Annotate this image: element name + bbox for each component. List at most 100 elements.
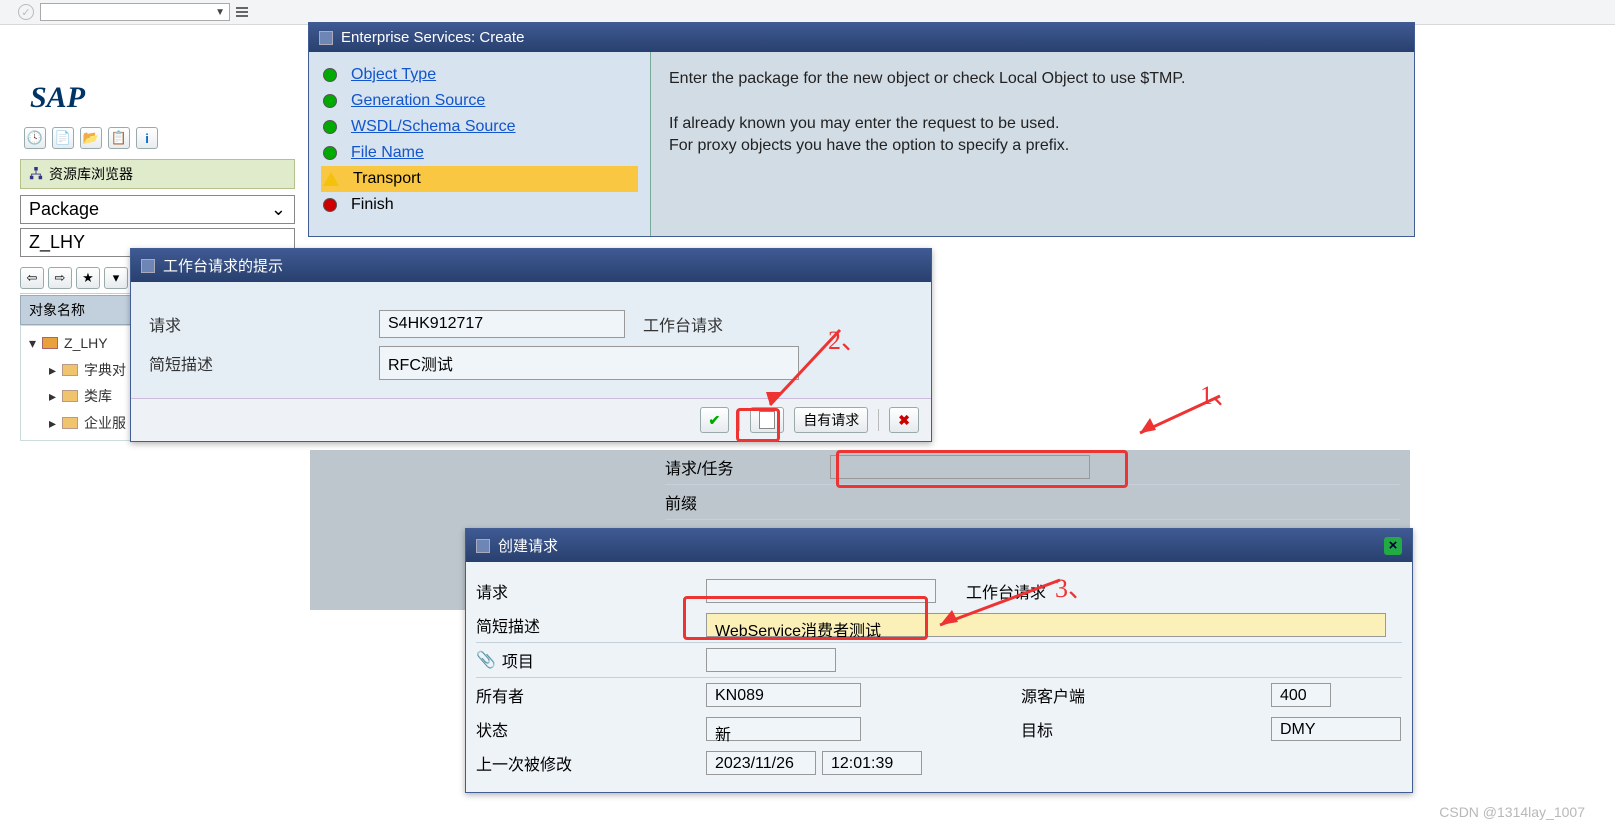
object-type-dropdown[interactable]: Package⌄: [20, 195, 295, 224]
window-icon: [141, 259, 155, 273]
workbench-request-dialog: 工作台请求的提示 请求 S4HK912717 工作台请求 简短描述 RFC测试 …: [130, 248, 932, 442]
wizard-step-object-type[interactable]: Object Type: [321, 62, 638, 88]
modified-date: 2023/11/26: [706, 751, 816, 775]
tree-label: 类库: [84, 383, 112, 410]
repository-browser-label: 资源库浏览器: [49, 164, 133, 184]
led-yellow-icon: [323, 172, 339, 186]
enterprise-services-window: Enterprise Services: Create Object Type …: [308, 22, 1415, 237]
transport-fields: 请求/任务 前缀: [665, 450, 1400, 520]
tree-label: 企业服: [84, 410, 126, 437]
led-green-icon: [323, 120, 337, 134]
folder-open-icon: [42, 337, 58, 349]
annotation-number-3: 3、: [1055, 568, 1094, 605]
command-field[interactable]: ▼: [40, 3, 230, 21]
continue-button[interactable]: ✔: [700, 407, 730, 433]
annotation-number-2: 2、: [828, 320, 867, 357]
step-label: Finish: [351, 196, 394, 214]
cr-titlebar: 创建请求 ×: [466, 529, 1412, 562]
copy-icon[interactable]: 📄: [52, 127, 74, 149]
folder-icon: [62, 364, 78, 376]
led-green-icon: [323, 146, 337, 160]
close-icon[interactable]: ×: [1384, 537, 1402, 555]
wb-titlebar: 工作台请求的提示: [131, 249, 931, 282]
project-text: 项目: [502, 648, 534, 672]
ok-icon[interactable]: ✓: [18, 4, 34, 20]
target-value[interactable]: DMY: [1271, 717, 1401, 741]
step-label[interactable]: File Name: [351, 144, 424, 162]
wizard-steps: Object Type Generation Source WSDL/Schem…: [309, 52, 651, 236]
folder-icon: [62, 417, 78, 429]
open-icon[interactable]: 📂: [80, 127, 102, 149]
cr-title-text: 创建请求: [498, 535, 558, 556]
wizard-step-file-name[interactable]: File Name: [321, 140, 638, 166]
step-label[interactable]: WSDL/Schema Source: [351, 118, 516, 136]
request-task-input[interactable]: [830, 455, 1090, 479]
led-green-icon: [323, 68, 337, 82]
request-task-label: 请求/任务: [665, 455, 830, 479]
annotation-number-1: 1、: [1200, 375, 1239, 412]
watermark: CSDN @1314lay_1007: [1439, 804, 1585, 820]
favorites-icon[interactable]: ★: [76, 267, 100, 289]
wizard-step-generation-source[interactable]: Generation Source: [321, 88, 638, 114]
separator: [878, 409, 879, 431]
info-icon[interactable]: i: [136, 127, 158, 149]
folder-icon: [62, 390, 78, 402]
led-green-icon: [323, 94, 337, 108]
separator: [739, 409, 740, 431]
prefix-label: 前缀: [665, 490, 830, 514]
led-red-icon: [323, 198, 337, 212]
object-type-label: Package: [29, 199, 99, 220]
cancel-button[interactable]: ✖: [889, 407, 919, 433]
target-label: 目标: [1021, 717, 1271, 741]
wb-footer: ✔ 自有请求 ✖: [131, 398, 931, 441]
expand-icon[interactable]: ▾: [104, 267, 128, 289]
wizard-step-finish[interactable]: Finish: [321, 192, 638, 218]
request-type-label: 工作台请求: [966, 579, 1046, 603]
owner-label: 所有者: [476, 683, 706, 707]
own-requests-label: 自有请求: [803, 410, 859, 430]
sap-logo: SAP: [20, 75, 295, 121]
request-label: 请求: [476, 579, 706, 603]
modified-label: 上一次被修改: [476, 751, 706, 775]
window-icon: [319, 31, 333, 45]
source-client-value[interactable]: 400: [1271, 683, 1331, 707]
history-icon[interactable]: 🕓: [24, 127, 46, 149]
request-value[interactable]: S4HK912717: [379, 310, 625, 338]
wizard-step-transport[interactable]: Transport: [321, 166, 638, 192]
request-label: 请求: [149, 312, 379, 336]
request-input[interactable]: [706, 579, 936, 603]
menu-icon[interactable]: [236, 7, 248, 17]
short-desc-input[interactable]: WebService消费者测试: [706, 613, 1386, 637]
help-line: Enter the package for the new object or …: [669, 68, 1396, 90]
short-desc-label: 简短描述: [149, 351, 379, 375]
clipboard-icon[interactable]: 📋: [108, 127, 130, 149]
es-title-text: Enterprise Services: Create: [341, 29, 524, 46]
step-label[interactable]: Object Type: [351, 66, 436, 84]
help-line: If already known you may enter the reque…: [669, 113, 1396, 135]
short-desc-label: 简短描述: [476, 613, 706, 637]
page-icon: [759, 411, 775, 429]
create-request-dialog: 创建请求 × 请求 工作台请求 简短描述 WebService消费者测试 📎 项…: [465, 528, 1413, 793]
step-label: Transport: [353, 170, 421, 188]
forward-icon[interactable]: ⇨: [48, 267, 72, 289]
status-label: 状态: [476, 717, 706, 741]
owner-value[interactable]: KN089: [706, 683, 861, 707]
window-icon: [476, 539, 490, 553]
tree-root-label: Z_LHY: [64, 330, 108, 357]
short-desc-value: RFC测试: [379, 346, 799, 380]
status-value: 新: [706, 717, 861, 741]
step-label[interactable]: Generation Source: [351, 92, 485, 110]
es-titlebar: Enterprise Services: Create: [309, 23, 1414, 52]
hierarchy-icon: [29, 167, 43, 181]
wizard-step-wsdl-source[interactable]: WSDL/Schema Source: [321, 114, 638, 140]
project-label: 📎 项目: [476, 648, 706, 672]
help-line: For proxy objects you have the option to…: [669, 135, 1396, 157]
project-input[interactable]: [706, 648, 836, 672]
source-client-label: 源客户端: [1021, 683, 1271, 707]
create-request-button[interactable]: [750, 407, 784, 433]
back-icon[interactable]: ⇦: [20, 267, 44, 289]
own-requests-button[interactable]: 自有请求: [794, 407, 868, 433]
toolbar: 🕓 📄 📂 📋 i: [20, 121, 295, 159]
repository-browser-header: 资源库浏览器: [20, 159, 295, 189]
tree-label: 字典对: [84, 357, 126, 384]
